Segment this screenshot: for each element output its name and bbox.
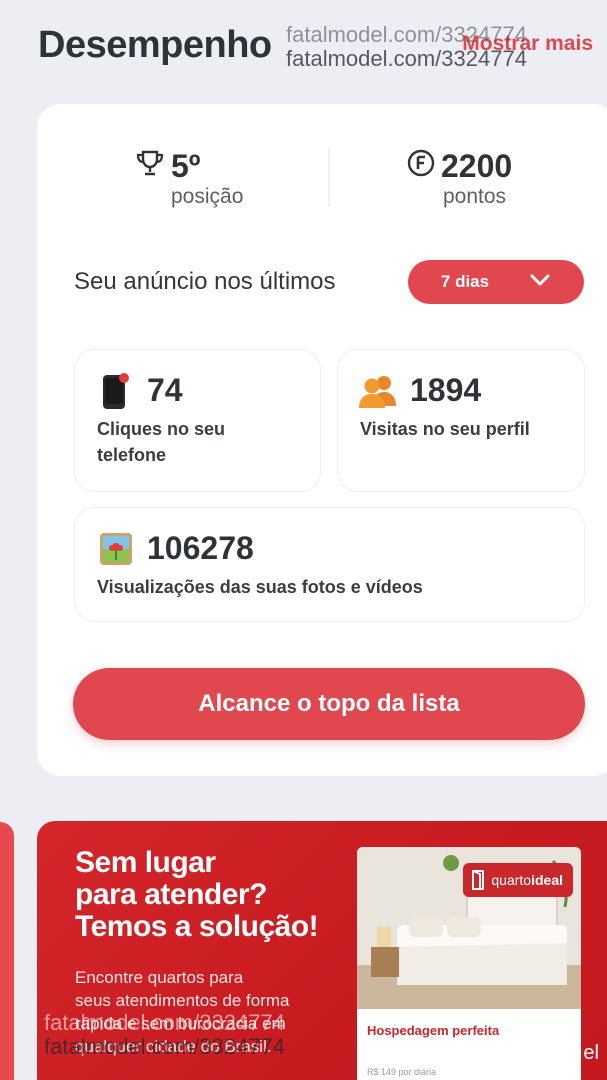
banner-text-line1: Encontre quartos para <box>75 968 244 987</box>
media-views-value: 106278 <box>147 530 254 566</box>
ranking-points: 2200 pontos <box>407 148 512 218</box>
trophy-icon <box>135 148 165 185</box>
period-dropdown[interactable]: 7 dias <box>408 260 584 304</box>
banner-text: Encontre quartos para seus atendimentos … <box>75 966 375 1058</box>
section-header: Desempenho Mostrar mais <box>38 24 593 68</box>
banner-headline-line1: Sem lugar <box>75 846 216 879</box>
stat-phone-clicks: 74 Cliques no seu telefone <box>74 349 321 492</box>
phone-clicks-label: Cliques no seu telefone <box>97 416 225 468</box>
media-views-label: Visualizações das suas fotos e vídeos <box>97 577 423 597</box>
stat-media-views: 106278 Visualizações das suas fotos e ví… <box>74 507 585 622</box>
chevron-down-icon <box>529 272 551 292</box>
promo-banner[interactable]: Sem lugar para atender? Temos a solução!… <box>37 821 607 1080</box>
reach-top-button[interactable]: Alcance o topo da lista <box>73 668 585 740</box>
door-icon <box>472 870 485 890</box>
people-icon <box>358 372 398 415</box>
position-value: 5º <box>171 148 201 184</box>
phone-clicks-value: 74 <box>147 372 183 408</box>
banner-headline: Sem lugar para atender? Temos a solução! <box>75 847 375 943</box>
page-title: Desempenho <box>38 24 272 66</box>
ranking-position: 5º posição <box>135 148 243 218</box>
phone-icon <box>99 372 133 417</box>
stat-profile-visits: 1894 Visitas no seu perfil <box>337 349 585 492</box>
profile-visits-label: Visitas no seu perfil <box>360 419 530 439</box>
points-label: pontos <box>443 185 507 208</box>
period-label: Seu anúncio nos últimos <box>74 268 336 295</box>
logo-suffix: ideal <box>531 872 563 888</box>
period-row: Seu anúncio nos últimos 7 dias <box>74 260 584 306</box>
banner-headline-line3: Temos a solução! <box>75 910 319 943</box>
phone-clicks-label-line2: telefone <box>97 445 167 465</box>
ad-price: R$ 149 por diária <box>367 1067 437 1077</box>
points-coin-icon <box>407 148 435 185</box>
position-label: posição <box>171 185 244 208</box>
banner-text-line4: qualquer cidade do Brasil. <box>75 1037 272 1056</box>
logo-prefix: quarto <box>491 872 532 888</box>
profile-visits-value: 1894 <box>410 372 482 408</box>
previous-banner-peek[interactable] <box>0 822 14 1080</box>
room-ad-card[interactable]: quartoideal Hospedagem perfeita R$ 149 p… <box>357 847 581 1080</box>
next-banner-text: el <box>583 1042 599 1064</box>
period-selected-value: 7 dias <box>440 272 490 291</box>
photo-icon <box>99 532 133 571</box>
banner-text-line3: rápida e sem burocracia em <box>75 1014 286 1033</box>
points-value: 2200 <box>441 148 513 184</box>
ad-title: Hospedagem perfeita <box>367 1023 500 1038</box>
phone-clicks-label-line1: Cliques no seu <box>97 419 226 439</box>
banner-text-line2: seus atendimentos de forma <box>75 991 290 1010</box>
divider <box>328 148 330 206</box>
banner-headline-line2: para atender? <box>75 878 267 911</box>
show-more-link[interactable]: Mostrar mais <box>462 32 593 56</box>
performance-card: 5º posição 2200 pontos Seu anúncio nos ú… <box>37 104 607 776</box>
quartoideal-logo: quartoideal <box>463 863 573 897</box>
